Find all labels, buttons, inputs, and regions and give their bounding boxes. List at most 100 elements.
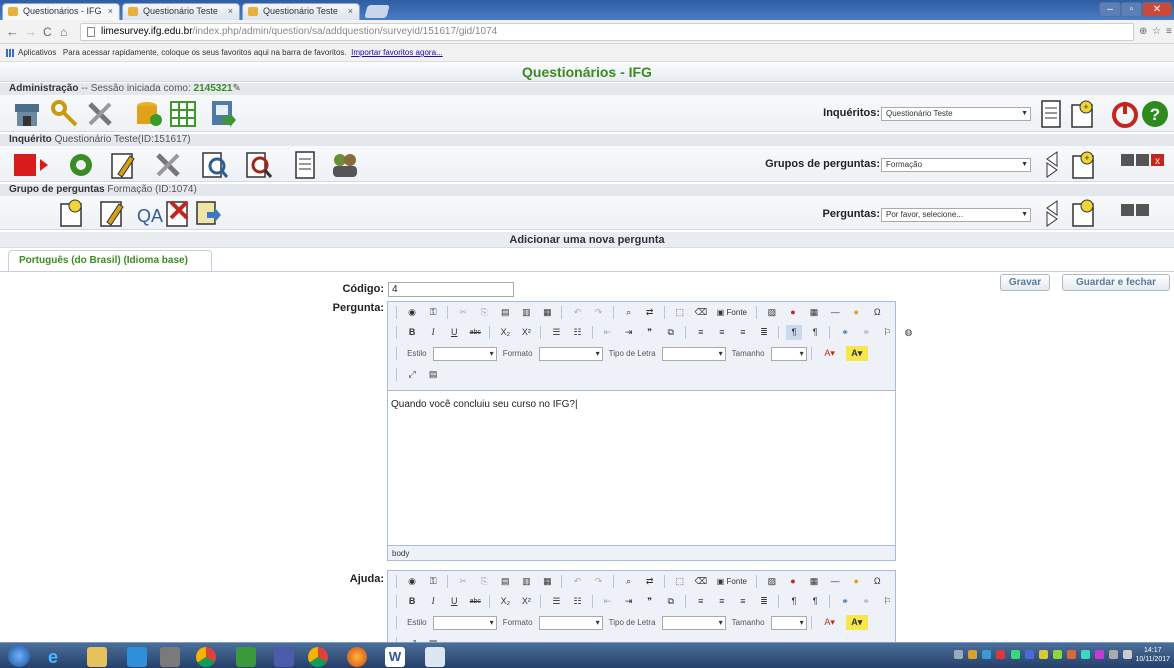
paste-word-icon[interactable]: ▦ bbox=[539, 574, 555, 589]
delete-group-icon[interactable] bbox=[163, 198, 193, 228]
text-color-icon[interactable]: A▾ bbox=[819, 346, 841, 361]
tray-app-icon[interactable] bbox=[968, 650, 978, 659]
format-select[interactable] bbox=[538, 346, 603, 361]
paste-text-icon[interactable]: ▥ bbox=[518, 574, 534, 589]
link-icon[interactable]: ⚭ bbox=[837, 325, 853, 340]
align-center-icon[interactable]: ≡ bbox=[714, 325, 730, 340]
add-group-icon[interactable]: + bbox=[1068, 150, 1098, 180]
outdent-icon[interactable]: ⇤ bbox=[600, 594, 616, 609]
justify-icon[interactable]: ≣ bbox=[756, 594, 772, 609]
tray-app-icon[interactable] bbox=[1024, 650, 1034, 659]
outdent-icon[interactable]: ⇤ bbox=[600, 325, 616, 340]
cut-icon[interactable]: ✂ bbox=[455, 574, 471, 589]
align-center-icon[interactable]: ≡ bbox=[714, 594, 730, 609]
tools-icon[interactable] bbox=[85, 99, 115, 129]
browser-tab[interactable]: Questionários - IFG × bbox=[2, 3, 120, 20]
horizontal-rule-icon[interactable]: — bbox=[827, 305, 843, 320]
ltr-icon[interactable]: ¶ bbox=[786, 594, 802, 609]
cut-icon[interactable]: ✂ bbox=[455, 305, 471, 320]
menu-icon[interactable]: ≡ bbox=[1166, 23, 1172, 41]
strikethrough-button[interactable]: abc bbox=[467, 325, 483, 340]
image-icon[interactable]: ▨ bbox=[764, 305, 780, 320]
participants-icon[interactable] bbox=[330, 150, 360, 180]
superscript-button[interactable]: X² bbox=[518, 325, 534, 340]
word-icon[interactable]: W bbox=[385, 647, 405, 667]
align-right-icon[interactable]: ≡ bbox=[735, 594, 751, 609]
redo-icon[interactable]: ↷ bbox=[591, 305, 607, 320]
database-icon[interactable] bbox=[134, 99, 164, 129]
maximize-button[interactable]: ▫ bbox=[1121, 2, 1142, 17]
align-left-icon[interactable]: ≡ bbox=[693, 325, 709, 340]
close-tab-icon[interactable]: × bbox=[228, 4, 233, 19]
globe-icon[interactable]: ◉ bbox=[404, 574, 420, 589]
browser-tab[interactable]: Questionário Teste × bbox=[122, 3, 240, 20]
paste-icon[interactable]: ▤ bbox=[497, 305, 513, 320]
paste-word-icon[interactable]: ▦ bbox=[539, 305, 555, 320]
window-controls-icon[interactable] bbox=[1120, 202, 1152, 218]
settings-gear-icon[interactable] bbox=[66, 150, 96, 180]
flash-icon[interactable]: ● bbox=[785, 305, 801, 320]
smiley-icon[interactable]: ● bbox=[848, 574, 864, 589]
start-button[interactable] bbox=[8, 645, 30, 667]
justify-icon[interactable]: ≣ bbox=[756, 325, 772, 340]
bulleted-list-icon[interactable]: ☷ bbox=[570, 325, 586, 340]
div-icon[interactable]: ⧉ bbox=[663, 594, 679, 609]
question-select[interactable]: Por favor, selecione... ▼ bbox=[881, 208, 1031, 222]
browser-tab[interactable]: Questionário Teste × bbox=[242, 3, 360, 20]
flash-icon[interactable]: ● bbox=[785, 574, 801, 589]
size-select[interactable] bbox=[770, 615, 807, 630]
group-select[interactable]: Formação ▼ bbox=[881, 158, 1031, 172]
undo-icon[interactable]: ↶ bbox=[570, 305, 586, 320]
network-tray-icon[interactable] bbox=[1108, 650, 1118, 659]
reload-icon[interactable]: C bbox=[43, 23, 52, 41]
maximize-icon[interactable]: ⤢ bbox=[404, 367, 420, 382]
subscript-button[interactable]: X₂ bbox=[497, 594, 513, 609]
export-group-icon[interactable] bbox=[193, 198, 223, 228]
close-tab-icon[interactable]: × bbox=[108, 4, 113, 19]
bookmark-star-icon[interactable]: ☆ bbox=[1152, 23, 1161, 41]
subscript-button[interactable]: X₂ bbox=[497, 325, 513, 340]
project-icon[interactable] bbox=[236, 647, 256, 667]
add-survey-icon[interactable]: + bbox=[1067, 99, 1097, 129]
font-select[interactable] bbox=[661, 346, 726, 361]
media-player-icon[interactable] bbox=[127, 647, 147, 667]
edit-group-icon[interactable] bbox=[97, 198, 127, 228]
italic-button[interactable]: I bbox=[425, 594, 441, 609]
style-select[interactable] bbox=[432, 615, 497, 630]
survey-list-icon[interactable] bbox=[1036, 99, 1066, 129]
table-grid-icon[interactable] bbox=[168, 99, 198, 129]
style-select[interactable] bbox=[432, 346, 497, 361]
replace-icon[interactable]: ⇄ bbox=[642, 574, 658, 589]
store-home-icon[interactable] bbox=[12, 99, 42, 129]
url-input[interactable]: limesurvey.ifg.edu.br/index.php/admin/qu… bbox=[80, 23, 1134, 41]
stop-survey-icon[interactable] bbox=[12, 150, 50, 180]
survey-responses-icon[interactable] bbox=[243, 150, 273, 180]
tray-app-icon[interactable] bbox=[1052, 650, 1062, 659]
paint-icon[interactable] bbox=[425, 647, 445, 667]
lang-icon[interactable] bbox=[954, 650, 964, 659]
network-icon[interactable] bbox=[274, 647, 294, 667]
chrome-icon[interactable] bbox=[196, 647, 216, 667]
help-icon[interactable]: ? bbox=[1140, 99, 1170, 129]
find-icon[interactable]: ⌕ bbox=[621, 574, 637, 589]
unlink-icon[interactable]: ⚭ bbox=[858, 594, 874, 609]
div-icon[interactable]: ⧉ bbox=[663, 325, 679, 340]
code-input[interactable]: 4 bbox=[388, 282, 514, 297]
tray-app-icon[interactable] bbox=[996, 650, 1006, 659]
find-icon[interactable]: ⌕ bbox=[621, 305, 637, 320]
tray-app-icon[interactable] bbox=[982, 650, 992, 659]
size-select[interactable] bbox=[770, 346, 807, 361]
rtl-icon[interactable]: ¶ bbox=[807, 594, 823, 609]
bulleted-list-icon[interactable]: ☷ bbox=[570, 594, 586, 609]
bold-button[interactable]: B bbox=[404, 594, 420, 609]
indent-icon[interactable]: ⇥ bbox=[621, 594, 637, 609]
bg-color-icon[interactable]: A▾ bbox=[845, 615, 868, 630]
navigate-questions-icon[interactable] bbox=[1037, 198, 1067, 228]
table-icon[interactable]: ▦ bbox=[806, 574, 822, 589]
tray-app-icon[interactable] bbox=[1010, 650, 1020, 659]
format-select[interactable] bbox=[538, 615, 603, 630]
source-button[interactable]: ▣ Fonte bbox=[714, 574, 750, 589]
key-icon[interactable] bbox=[50, 99, 80, 129]
globe-icon[interactable]: ◉ bbox=[404, 305, 420, 320]
clock[interactable]: 14:17 10/11/2017 bbox=[1135, 646, 1170, 664]
